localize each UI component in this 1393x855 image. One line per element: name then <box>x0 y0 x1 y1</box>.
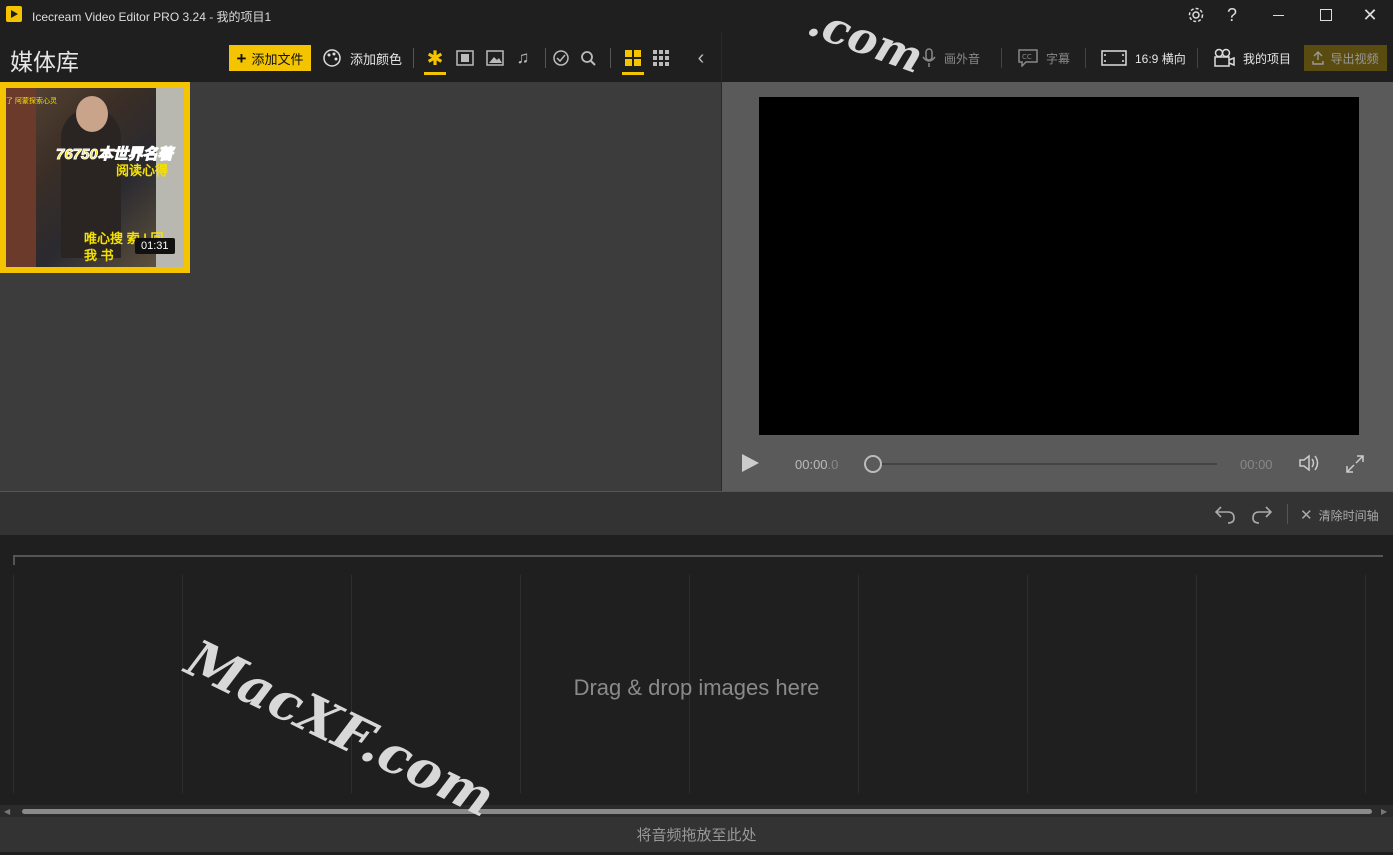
help-icon[interactable]: ? <box>1209 0 1255 30</box>
media-thumbnail[interactable]: 了 阿蒙探索心灵 76750本世界名著 阅读心得 唯心搜 索 | 回我 书 01… <box>0 82 190 273</box>
media-toolbar: 媒体库 + 添加文件 添加颜色 ✱ ♫ ‹ <box>0 32 721 82</box>
video-icon[interactable] <box>454 47 476 69</box>
export-video-button[interactable]: 导出视频 <box>1304 45 1387 71</box>
maximize-icon[interactable] <box>1303 0 1349 30</box>
media-library-panel: 媒体库 + 添加文件 添加颜色 ✱ ♫ ‹ 了 阿蒙探索心灵 76750本世界名… <box>0 32 721 491</box>
camera-icon <box>1214 48 1235 67</box>
collapse-panel-icon[interactable]: ‹ <box>690 47 712 69</box>
timeline-scrollbar[interactable]: ◀ ▶ <box>0 805 1393 817</box>
title-bar: Icecream Video Editor PRO 3.24 - 我的项目1 ?… <box>0 0 1393 32</box>
image-icon[interactable] <box>484 47 506 69</box>
aspect-ratio-button[interactable]: 16:9 横向 <box>1101 48 1186 68</box>
add-color-button[interactable]: 添加颜色 <box>322 45 402 71</box>
palette-icon <box>323 49 341 67</box>
seek-bar[interactable] <box>872 463 1217 465</box>
svg-text:CC: CC <box>1022 53 1032 61</box>
divider <box>1001 48 1002 68</box>
video-screen[interactable] <box>759 97 1359 435</box>
thumbnail-caption-sub: 阅读心得 <box>116 163 169 178</box>
my-project-button[interactable]: 我的项目 <box>1213 48 1291 68</box>
volume-icon[interactable] <box>1298 453 1324 478</box>
minimize-icon[interactable] <box>1255 0 1301 30</box>
divider <box>1287 504 1288 524</box>
window-title: Icecream Video Editor PRO 3.24 - 我的项目1 <box>32 10 272 24</box>
plus-icon: + <box>236 48 247 68</box>
add-color-label: 添加颜色 <box>350 51 403 67</box>
scroll-left-icon[interactable]: ◀ <box>4 807 10 816</box>
export-icon <box>1312 51 1325 65</box>
play-icon[interactable] <box>742 454 759 472</box>
thumbnail-caption-top: 了 阿蒙探索心灵 <box>6 98 57 105</box>
divider <box>413 48 414 68</box>
seek-handle[interactable] <box>864 455 882 473</box>
aspect-ratio-label: 16:9 横向 <box>1135 51 1186 66</box>
video-preview-area: 00:00.0 00:00 <box>722 82 1393 491</box>
media-library-title: 媒体库 <box>10 49 79 75</box>
subtitles-label: 字幕 <box>1046 51 1071 66</box>
voiceover-label: 画外音 <box>944 51 981 66</box>
timeline-ruler <box>13 555 1383 557</box>
close-icon[interactable]: ✕ <box>1347 0 1393 30</box>
scrollbar-thumb[interactable] <box>22 809 1372 814</box>
timeline-toolbar: ✕ 清除时间轴 <box>0 491 1393 536</box>
redo-icon[interactable] <box>1250 503 1274 530</box>
fullscreen-icon[interactable] <box>1345 454 1365 479</box>
large-grid-icon[interactable] <box>622 47 644 75</box>
my-project-label: 我的项目 <box>1243 51 1292 66</box>
current-time-ms: .0 <box>827 457 839 472</box>
audio-drop-zone[interactable]: 将音频拖放至此处 <box>0 817 1393 852</box>
scroll-right-icon[interactable]: ▶ <box>1381 807 1387 816</box>
add-file-label: 添加文件 <box>251 51 304 67</box>
export-video-label: 导出视频 <box>1330 51 1379 66</box>
check-clock-icon[interactable] <box>550 47 572 69</box>
search-icon[interactable] <box>577 47 599 69</box>
small-grid-icon[interactable] <box>650 47 672 69</box>
clear-icon: ✕ <box>1300 507 1313 524</box>
divider <box>610 48 611 68</box>
app-logo-icon <box>6 6 22 22</box>
voiceover-button[interactable]: 画外音 <box>922 48 980 68</box>
timeline-ruler-start <box>13 557 15 565</box>
end-time: 00:00 <box>1240 457 1273 472</box>
clear-timeline-label: 清除时间轴 <box>1318 508 1379 523</box>
subtitles-icon: CC <box>1018 49 1038 67</box>
divider <box>1197 48 1198 68</box>
undo-icon[interactable] <box>1213 503 1237 530</box>
subtitles-button[interactable]: CC 字幕 <box>1018 48 1070 68</box>
clear-timeline-button[interactable]: ✕ 清除时间轴 <box>1300 506 1379 524</box>
star-icon[interactable]: ✱ <box>424 47 446 75</box>
thumbnail-duration: 01:31 <box>135 238 175 254</box>
add-file-button[interactable]: + 添加文件 <box>229 45 311 71</box>
divider <box>545 48 546 68</box>
divider <box>1085 48 1086 68</box>
music-icon[interactable]: ♫ <box>512 47 534 69</box>
aspect-ratio-icon <box>1101 50 1127 66</box>
current-time-value: 00:00 <box>795 457 828 472</box>
current-time: 00:00.0 <box>795 457 838 472</box>
